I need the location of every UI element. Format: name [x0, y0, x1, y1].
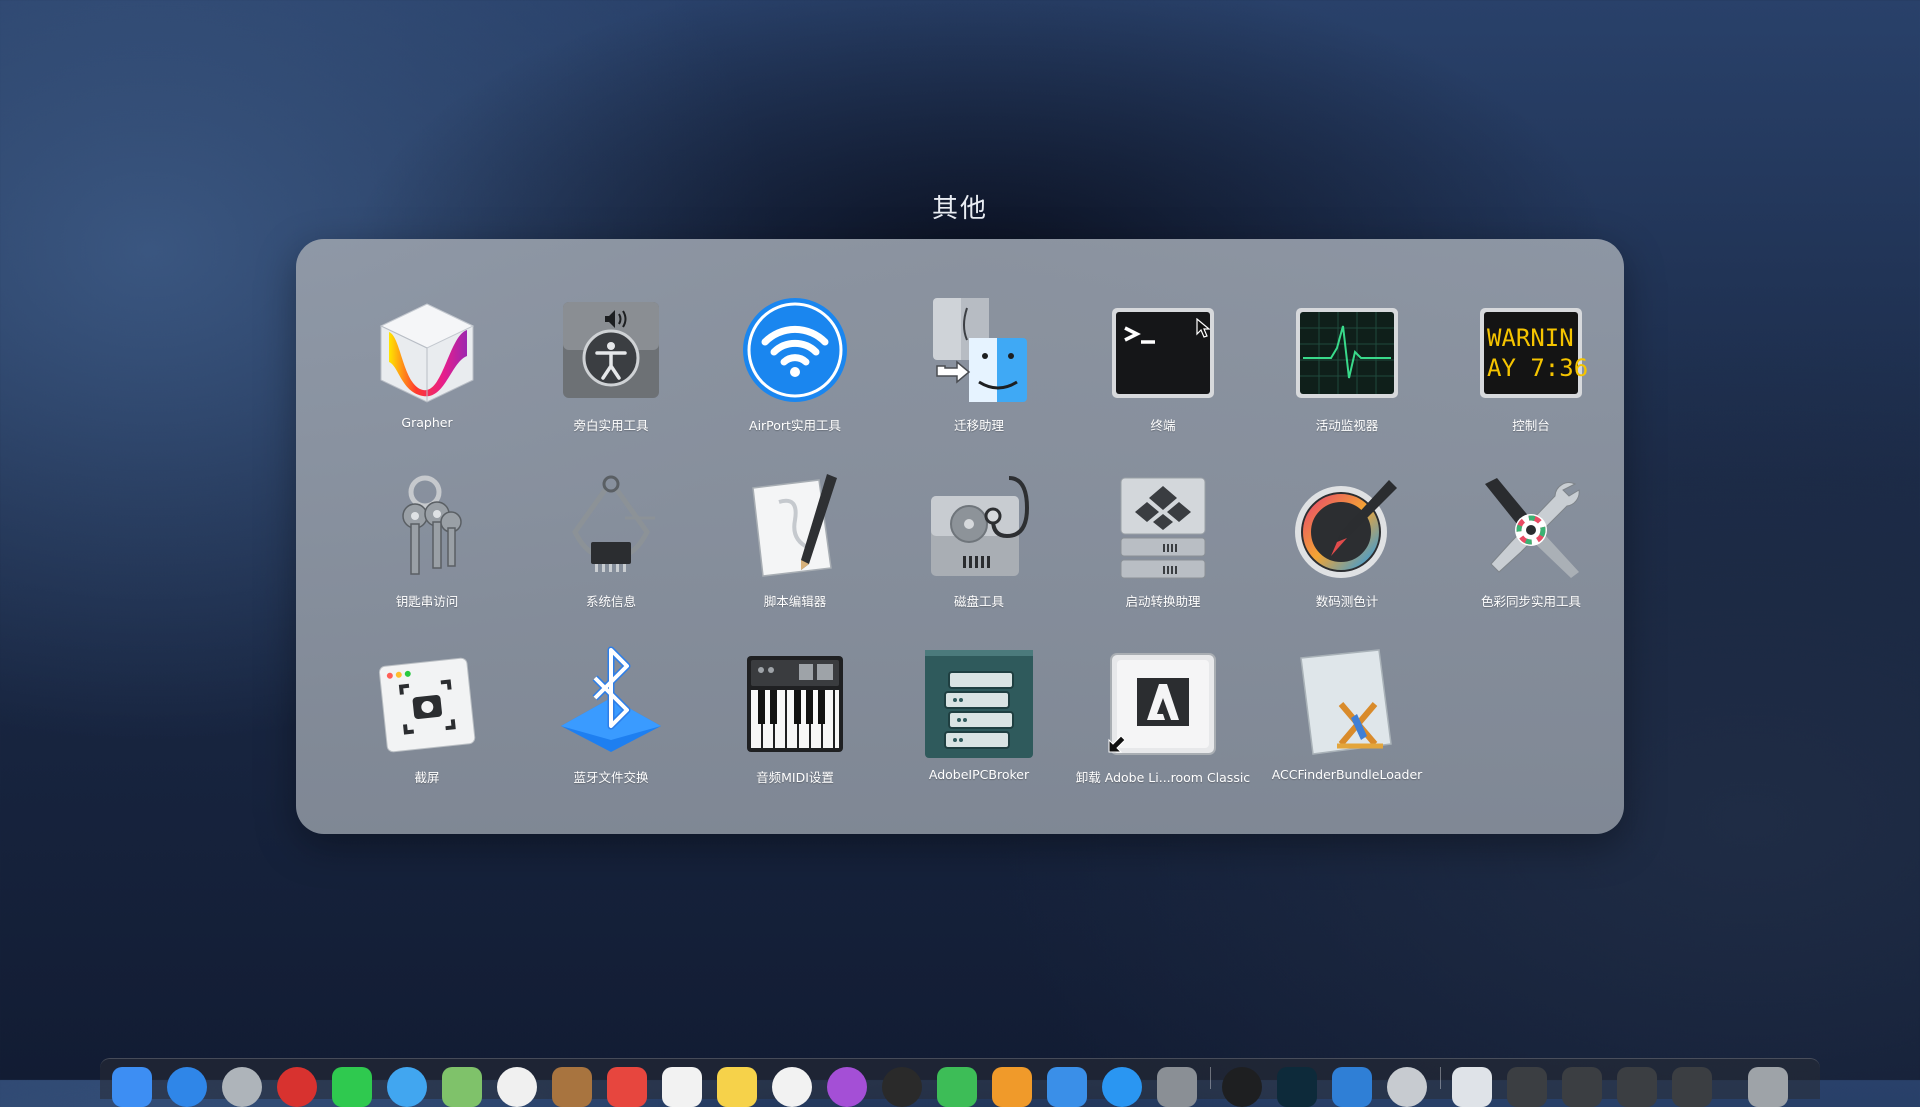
keychain-access-icon — [371, 472, 483, 584]
app-boot-camp-assistant[interactable]: 启动转换助理 — [1071, 472, 1255, 622]
dock-folder-icon[interactable] — [1617, 1067, 1657, 1107]
airport-utility-icon — [739, 296, 851, 408]
app-label: 卸载 Adobe Li...room Classic — [1075, 770, 1251, 785]
app-label: 迁移助理 — [953, 418, 1004, 433]
maps-icon[interactable] — [442, 1067, 482, 1107]
system-preferences-icon[interactable] — [1157, 1067, 1197, 1107]
app-grapher[interactable]: Grapher — [335, 296, 519, 446]
adobe-uninstaller-icon — [1107, 648, 1219, 760]
app-label: AdobeIPCBroker — [928, 767, 1030, 782]
dock-app-icon[interactable] — [1387, 1067, 1427, 1107]
console-icon-text-1: WARNIN — [1487, 324, 1574, 352]
launchpad-folder: Grapher 旁白实用工具 AirPort实用工具 迁移助理 终端 活动监视器… — [296, 239, 1624, 834]
app-label: 磁盘工具 — [953, 594, 1004, 609]
screenshot-icon — [371, 648, 483, 760]
app-script-editor[interactable]: 脚本编辑器 — [703, 472, 887, 622]
app-label: 终端 — [1150, 418, 1176, 433]
app-label: 活动监视器 — [1315, 418, 1379, 433]
dock-app-icon[interactable] — [1332, 1067, 1372, 1107]
app-label: 系统信息 — [585, 594, 636, 609]
dock-app-icon[interactable] — [1222, 1067, 1262, 1107]
boot-camp-assistant-icon — [1107, 472, 1219, 584]
dock-folder-icon[interactable] — [1562, 1067, 1602, 1107]
acc-finder-bundle-loader-icon — [1291, 648, 1403, 760]
app-adobe-ipc-broker[interactable]: AdobeIPCBroker — [887, 648, 1071, 798]
adobe-ipc-broker-icon — [923, 648, 1035, 760]
app-colorsync-utility[interactable]: 色彩同步实用工具 — [1439, 472, 1623, 622]
music-icon[interactable] — [772, 1067, 812, 1107]
console-icon-text-2: AY 7:36 — [1487, 354, 1588, 382]
keynote-icon[interactable] — [1047, 1067, 1087, 1107]
app-label: 脚本编辑器 — [763, 594, 827, 609]
reminders-icon[interactable] — [662, 1067, 702, 1107]
app-label: 控制台 — [1512, 418, 1550, 433]
app-label: 色彩同步实用工具 — [1480, 594, 1581, 609]
digital-color-meter-icon — [1291, 472, 1403, 584]
migration-assistant-icon — [923, 296, 1035, 408]
app-system-information[interactable]: 系统信息 — [519, 472, 703, 622]
terminal-icon — [1107, 296, 1219, 408]
activity-monitor-icon — [1291, 296, 1403, 408]
bluetooth-file-exchange-icon — [555, 646, 667, 760]
app-label: ACCFinderBundleLoader — [1271, 767, 1423, 782]
dock-separator — [1210, 1067, 1211, 1089]
disk-utility-icon — [923, 472, 1035, 584]
app-audio-midi-setup[interactable]: 音频MIDI设置 — [703, 648, 887, 798]
folder-title[interactable]: 其他 — [0, 188, 1920, 225]
colorsync-utility-icon — [1475, 472, 1587, 584]
app-acc-finder-bundle-loader[interactable]: ACCFinderBundleLoader — [1255, 648, 1439, 798]
messages-icon[interactable] — [332, 1067, 372, 1107]
contacts-icon[interactable] — [552, 1067, 592, 1107]
app-store-icon[interactable] — [1102, 1067, 1142, 1107]
app-label: AirPort实用工具 — [749, 418, 841, 433]
appstore-icon[interactable] — [387, 1067, 427, 1107]
dock — [100, 1058, 1820, 1107]
dock-folder-icon[interactable] — [1672, 1067, 1712, 1107]
calendar-icon[interactable] — [607, 1067, 647, 1107]
app-label: 钥匙串访问 — [395, 594, 459, 609]
script-editor-icon — [739, 472, 851, 584]
app-label: 音频MIDI设置 — [756, 770, 834, 785]
app-airport-utility[interactable]: AirPort实用工具 — [703, 296, 887, 446]
podcasts-icon[interactable] — [827, 1067, 867, 1107]
app-migration-assistant[interactable]: 迁移助理 — [887, 296, 1071, 446]
app-disk-utility[interactable]: 磁盘工具 — [887, 472, 1071, 622]
app-label: 旁白实用工具 — [573, 418, 649, 433]
numbers-icon[interactable] — [937, 1067, 977, 1107]
voiceover-utility-icon — [555, 296, 667, 408]
grapher-icon — [371, 296, 483, 408]
pages-icon[interactable] — [992, 1067, 1032, 1107]
launchpad-icon[interactable] — [167, 1067, 207, 1107]
photoshop-icon[interactable] — [1277, 1067, 1317, 1107]
app-adobe-uninstaller[interactable]: 卸载 Adobe Li...room Classic — [1071, 648, 1255, 798]
dock-separator — [1440, 1067, 1441, 1089]
app-label: 截屏 — [414, 770, 440, 785]
dock-folder-icon[interactable] — [1507, 1067, 1547, 1107]
app-voiceover-utility[interactable]: 旁白实用工具 — [519, 296, 703, 446]
app-label: 蓝牙文件交换 — [573, 770, 649, 785]
dock-folder-icon[interactable] — [1452, 1067, 1492, 1107]
photos-icon[interactable] — [497, 1067, 537, 1107]
app-terminal[interactable]: 终端 — [1071, 296, 1255, 446]
app-keychain-access[interactable]: 钥匙串访问 — [335, 472, 519, 622]
trash-icon[interactable] — [1748, 1067, 1788, 1107]
chrome-icon[interactable] — [277, 1067, 317, 1107]
tv-icon[interactable] — [882, 1067, 922, 1107]
app-digital-color-meter[interactable]: 数码测色计 — [1255, 472, 1439, 622]
app-console[interactable]: WARNIN AY 7:36 控制台 — [1439, 296, 1623, 446]
audio-midi-setup-icon — [739, 648, 851, 760]
app-label: Grapher — [401, 415, 453, 430]
app-activity-monitor[interactable]: 活动监视器 — [1255, 296, 1439, 446]
app-screenshot[interactable]: 截屏 — [335, 648, 519, 798]
mouse-cursor-icon — [1196, 318, 1210, 338]
safari-icon[interactable] — [222, 1067, 262, 1107]
app-label: 启动转换助理 — [1125, 594, 1201, 609]
notes-icon[interactable] — [717, 1067, 757, 1107]
app-bluetooth-file-exchange[interactable]: 蓝牙文件交换 — [519, 646, 703, 798]
system-information-icon — [555, 472, 667, 584]
console-icon: WARNIN AY 7:36 — [1475, 296, 1588, 408]
finder-icon[interactable] — [112, 1067, 152, 1107]
app-label: 数码测色计 — [1315, 594, 1379, 609]
